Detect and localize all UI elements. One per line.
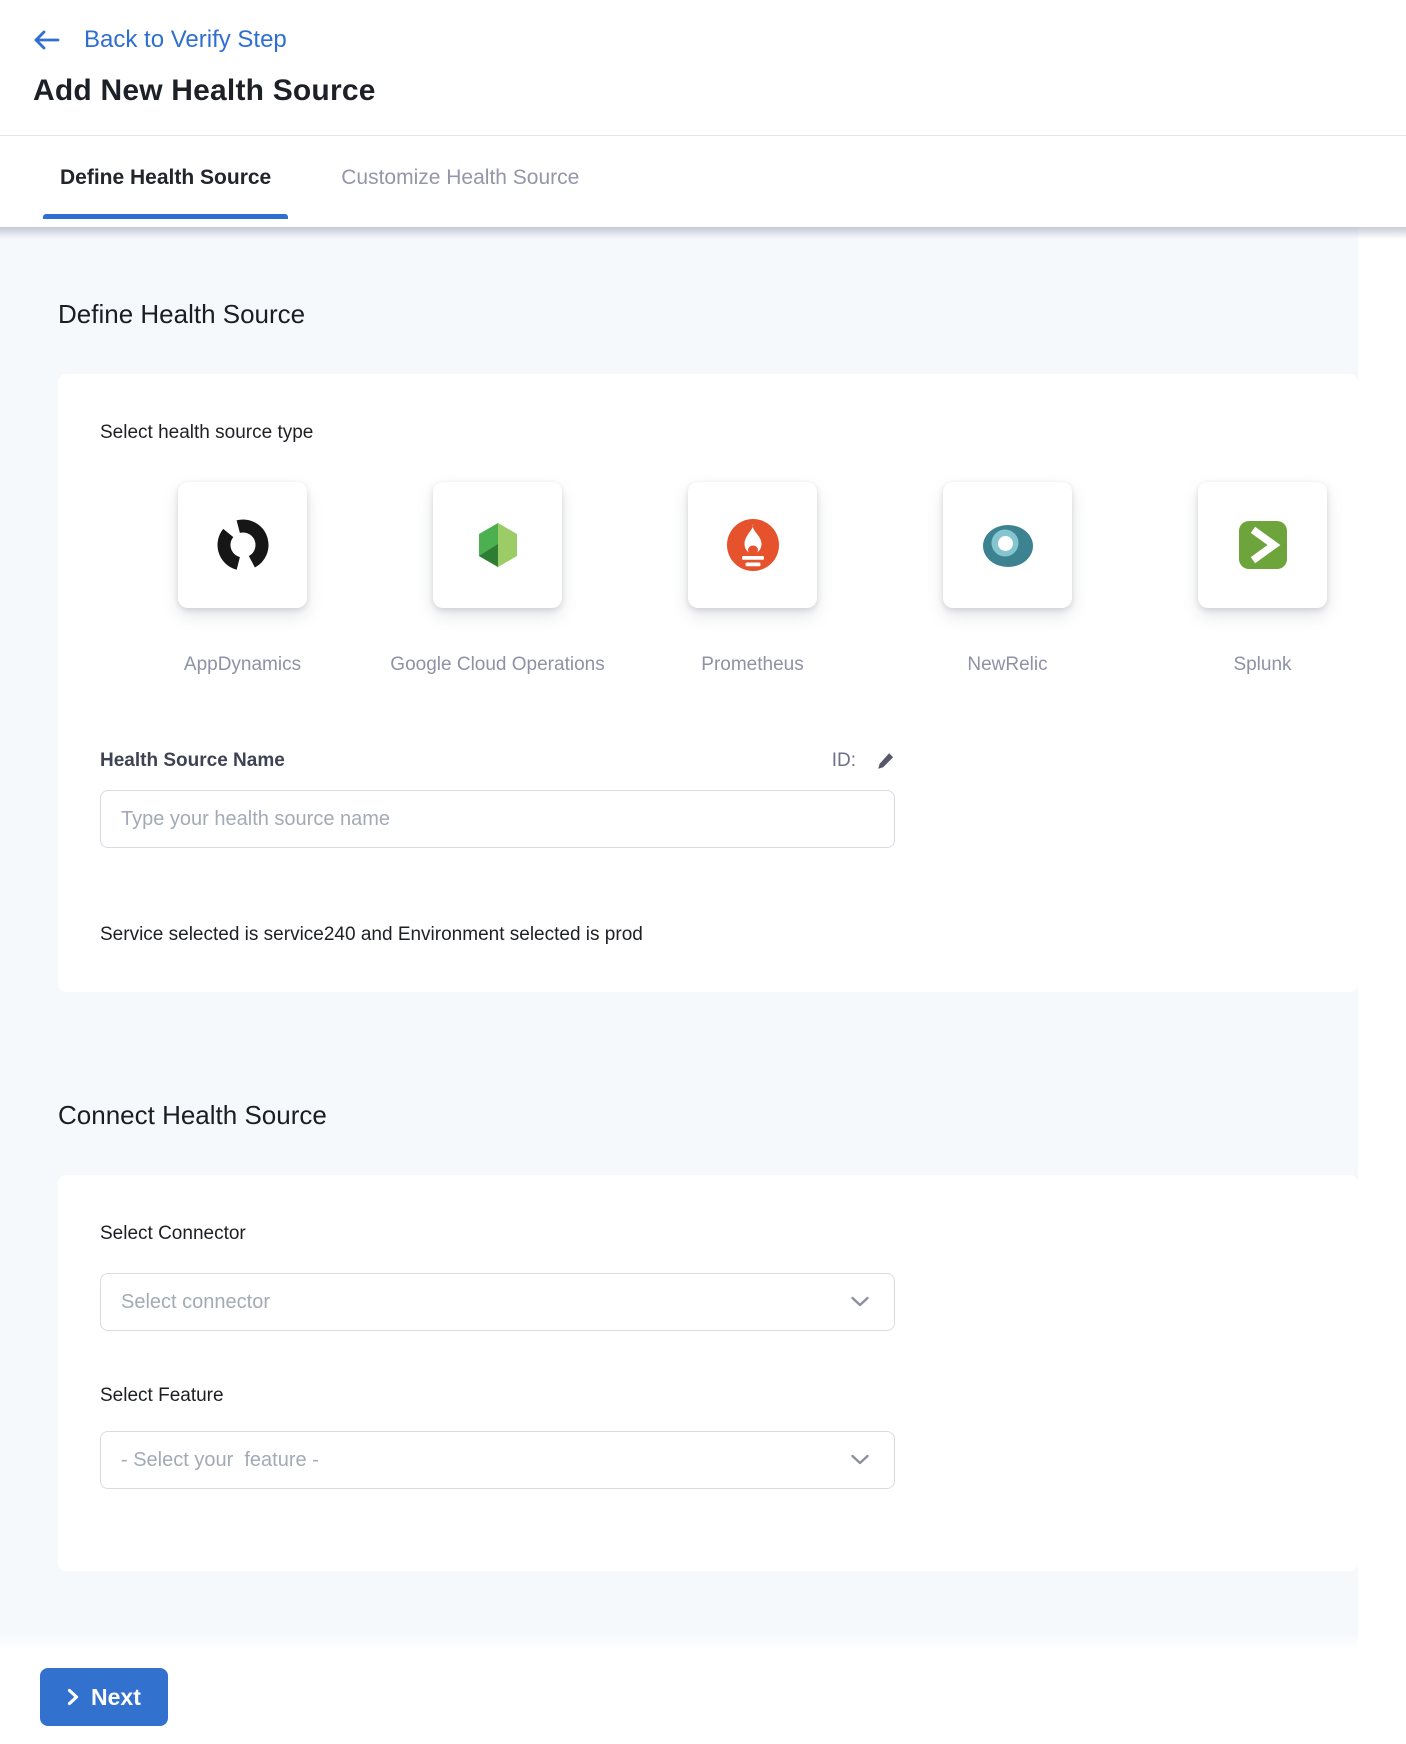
connect-health-source-heading: Connect Health Source bbox=[58, 1100, 1358, 1131]
health-source-name-input[interactable] bbox=[100, 790, 895, 848]
page-header: Back to Verify Step Add New Health Sourc… bbox=[0, 0, 1406, 108]
edit-id-button[interactable] bbox=[876, 752, 895, 771]
id-edit-wrap: ID: bbox=[832, 750, 895, 772]
select-feature-label: Select Feature bbox=[100, 1385, 1316, 1407]
newrelic-icon bbox=[978, 515, 1038, 575]
newrelic-tile[interactable] bbox=[943, 482, 1072, 608]
content-area: Define Health Source Select health sourc… bbox=[0, 227, 1406, 1744]
type-label: Google Cloud Operations bbox=[390, 654, 604, 676]
footer-fade bbox=[0, 1634, 1406, 1650]
type-label: NewRelic bbox=[967, 654, 1047, 676]
appdynamics-icon bbox=[213, 515, 273, 575]
prometheus-tile[interactable] bbox=[688, 482, 817, 608]
health-source-type-google-cloud-operations[interactable]: Google Cloud Operations bbox=[433, 482, 562, 676]
feature-select-wrap bbox=[100, 1431, 895, 1489]
feature-select[interactable] bbox=[100, 1431, 895, 1489]
google-cloud-operations-tile[interactable] bbox=[433, 482, 562, 608]
connect-health-source-card: Select Connector Select Feature bbox=[58, 1175, 1358, 1571]
tab-define-health-source[interactable]: Define Health Source bbox=[43, 136, 288, 219]
google-cloud-operations-icon bbox=[468, 515, 528, 575]
back-to-verify-step-link[interactable]: Back to Verify Step bbox=[33, 26, 287, 54]
health-source-name-label: Health Source Name bbox=[100, 750, 285, 772]
connector-select-wrap bbox=[100, 1273, 895, 1331]
health-source-type-row: AppDynamics Google Cloud Operations bbox=[178, 482, 1316, 676]
right-margin-strip bbox=[1358, 227, 1406, 1744]
splunk-tile[interactable] bbox=[1198, 482, 1327, 608]
tab-customize-health-source[interactable]: Customize Health Source bbox=[324, 136, 596, 219]
type-label: AppDynamics bbox=[184, 654, 301, 676]
type-label: Prometheus bbox=[701, 654, 803, 676]
tabbar-shadow bbox=[0, 227, 1406, 239]
next-button-label: Next bbox=[91, 1684, 141, 1711]
footer-bar: Next bbox=[0, 1650, 1406, 1744]
prometheus-icon bbox=[723, 515, 783, 575]
arrow-left-icon bbox=[33, 29, 60, 51]
back-link-label: Back to Verify Step bbox=[84, 26, 287, 54]
type-label: Splunk bbox=[1233, 654, 1291, 676]
edit-pencil-icon bbox=[876, 752, 895, 771]
select-health-source-type-label: Select health source type bbox=[100, 422, 1316, 444]
health-source-type-newrelic[interactable]: NewRelic bbox=[943, 482, 1072, 676]
chevron-right-icon bbox=[67, 1688, 79, 1706]
define-health-source-card: Select health source type AppDynamics bbox=[58, 374, 1358, 992]
health-source-name-row: Health Source Name ID: bbox=[100, 750, 895, 772]
select-connector-label: Select Connector bbox=[100, 1223, 246, 1244]
service-environment-note: Service selected is service240 and Envir… bbox=[100, 924, 1316, 946]
appdynamics-tile[interactable] bbox=[178, 482, 307, 608]
id-label: ID: bbox=[832, 750, 856, 772]
health-source-type-prometheus[interactable]: Prometheus bbox=[688, 482, 817, 676]
health-source-type-splunk[interactable]: Splunk bbox=[1198, 482, 1327, 676]
next-button[interactable]: Next bbox=[40, 1668, 168, 1726]
tab-bar: Define Health Source Customize Health So… bbox=[0, 136, 1406, 219]
splunk-icon bbox=[1233, 515, 1293, 575]
add-health-source-page: Back to Verify Step Add New Health Sourc… bbox=[0, 0, 1406, 1744]
page-title: Add New Health Source bbox=[33, 74, 1406, 108]
connector-select[interactable] bbox=[100, 1273, 895, 1331]
define-health-source-heading: Define Health Source bbox=[58, 299, 1358, 330]
health-source-type-appdynamics[interactable]: AppDynamics bbox=[178, 482, 307, 676]
